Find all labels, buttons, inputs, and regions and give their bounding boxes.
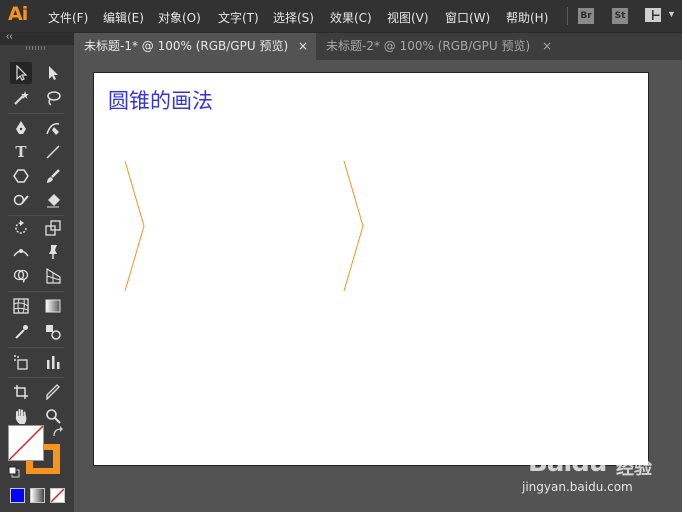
width-tool-icon[interactable]: [10, 241, 32, 263]
eraser-icon[interactable]: [42, 189, 64, 211]
tab-document-1[interactable]: 未标题-1* @ 100% (RGB/GPU 预览) ×: [74, 33, 316, 60]
mesh-tool-icon[interactable]: [10, 295, 32, 317]
panel-grip[interactable]: [26, 46, 46, 50]
document-tab-bar: 未标题-1* @ 100% (RGB/GPU 预览) × 未标题-2* @ 10…: [74, 33, 682, 60]
panel-header: ‹‹: [0, 31, 74, 45]
puppet-warp-icon[interactable]: [42, 241, 64, 263]
scale-tool-icon[interactable]: [42, 217, 64, 239]
bridge-button[interactable]: Br: [578, 8, 594, 24]
menu-window[interactable]: 窗口(W): [445, 9, 490, 26]
artboard-canvas[interactable]: 圆锥的画法: [93, 72, 649, 466]
selection-tool-icon[interactable]: [10, 62, 32, 84]
gradient-tool-icon[interactable]: [42, 295, 64, 317]
line-tool-icon[interactable]: [42, 141, 64, 163]
menu-file[interactable]: 文件(F): [48, 9, 88, 26]
chevron-down-icon[interactable]: ▼: [667, 9, 676, 19]
menu-view[interactable]: 视图(V): [387, 9, 429, 26]
canvas-shapes: [124, 160, 364, 292]
default-colors-icon[interactable]: [8, 466, 20, 478]
menu-bar: Ai 文件(F) 编辑(E) 对象(O) 文字(T) 选择(S) 效果(C) 视…: [0, 0, 682, 33]
perspective-grid-icon[interactable]: [42, 265, 64, 287]
baidu-watermark: Baidu 经验 jingyan.baidu.com: [520, 446, 670, 498]
swap-colors-icon[interactable]: [52, 426, 64, 438]
artboard-tool-icon[interactable]: [10, 381, 32, 403]
rotate-tool-icon[interactable]: [10, 217, 32, 239]
symbol-sprayer-icon[interactable]: [10, 351, 32, 373]
menu-divider: [567, 7, 568, 25]
menu-help[interactable]: 帮助(H): [506, 9, 548, 26]
none-icon: [51, 489, 64, 502]
zoom-tool-icon[interactable]: [42, 405, 64, 427]
polygon-tool-icon[interactable]: [10, 165, 32, 187]
eyedropper-icon[interactable]: [10, 321, 32, 343]
direct-selection-tool-icon[interactable]: [42, 62, 64, 84]
workspace-icon[interactable]: [645, 8, 661, 22]
menu-edit[interactable]: 编辑(E): [103, 9, 144, 26]
shape-builder-icon[interactable]: [10, 265, 32, 287]
tab-label: 未标题-2* @ 100% (RGB/GPU 预览): [326, 39, 531, 53]
watermark-brand: Baidu: [528, 448, 607, 478]
fill-color-swatch[interactable]: [8, 425, 44, 461]
cone-outline-left[interactable]: [124, 160, 145, 292]
menu-object[interactable]: 对象(O): [158, 9, 201, 26]
watermark-cn: 经验: [616, 458, 652, 479]
tab-document-2[interactable]: 未标题-2* @ 100% (RGB/GPU 预览) ×: [316, 33, 556, 60]
lasso-icon[interactable]: [42, 87, 64, 109]
cone-outline-right[interactable]: [343, 160, 364, 292]
watermark-url: jingyan.baidu.com: [522, 480, 633, 494]
paintbrush-icon[interactable]: [42, 165, 64, 187]
close-icon[interactable]: ×: [298, 33, 308, 60]
gradient-mode-button[interactable]: [30, 488, 45, 503]
type-tool-icon[interactable]: T: [10, 141, 32, 163]
menu-select[interactable]: 选择(S): [273, 9, 314, 26]
pen-tool-icon[interactable]: [10, 117, 32, 139]
stock-button[interactable]: St: [612, 8, 628, 24]
collapse-icon[interactable]: ‹‹: [6, 31, 13, 42]
column-graph-icon[interactable]: [42, 351, 64, 373]
tab-label: 未标题-1* @ 100% (RGB/GPU 预览): [84, 39, 289, 53]
hand-tool-icon[interactable]: [10, 405, 32, 427]
none-mode-button[interactable]: [50, 488, 65, 503]
app-logo: Ai: [8, 3, 28, 25]
menu-effect[interactable]: 效果(C): [330, 9, 372, 26]
curvature-tool-icon[interactable]: [42, 117, 64, 139]
slice-tool-icon[interactable]: [42, 381, 64, 403]
blend-tool-icon[interactable]: [42, 321, 64, 343]
shaper-tool-icon[interactable]: [10, 189, 32, 211]
magic-wand-icon[interactable]: [10, 87, 32, 109]
none-fill-icon: [9, 426, 43, 460]
color-mode-button[interactable]: [10, 488, 25, 503]
close-icon[interactable]: ×: [542, 33, 552, 60]
menu-type[interactable]: 文字(T): [218, 9, 259, 26]
